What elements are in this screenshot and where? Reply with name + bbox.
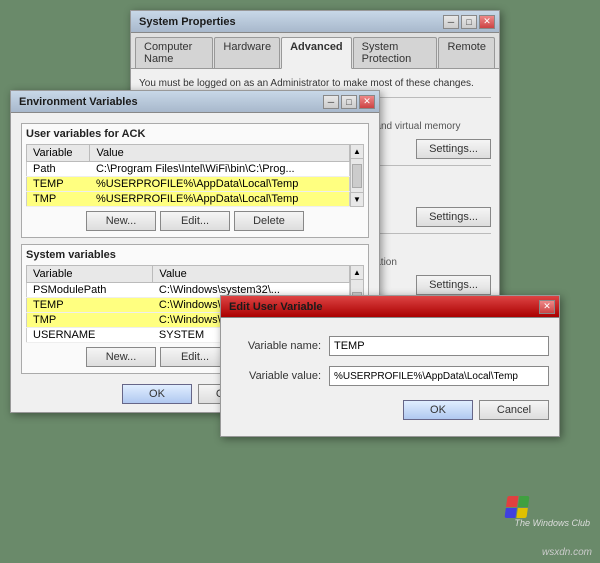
- user-new-button[interactable]: New...: [86, 211, 156, 231]
- sys-col-value: Value: [153, 266, 350, 283]
- env-minimize-button[interactable]: ─: [323, 95, 339, 109]
- tab-remote[interactable]: Remote: [438, 37, 495, 68]
- table-row[interactable]: TEMP %USERPROFILE%\AppData\Local\Temp: [27, 177, 350, 192]
- user-profiles-settings-button[interactable]: Settings...: [416, 207, 491, 227]
- edit-dialog-content: Variable name: Variable value: OK Cancel: [221, 318, 559, 436]
- win-logo-yellow: [516, 508, 528, 519]
- var-name: TMP: [27, 313, 153, 328]
- env-vars-titlebar: Environment Variables ─ □ ✕: [11, 91, 379, 113]
- title-bar-controls: ─ □ ✕: [443, 15, 495, 29]
- minimize-button[interactable]: ─: [443, 15, 459, 29]
- env-ok-button[interactable]: OK: [122, 384, 192, 404]
- scroll-down-icon[interactable]: ▼: [351, 192, 363, 206]
- tab-computer-name[interactable]: Computer Name: [135, 37, 213, 68]
- win-logo-blue: [504, 508, 516, 519]
- close-button[interactable]: ✕: [479, 15, 495, 29]
- sys-col-variable: Variable: [27, 266, 153, 283]
- user-table-container: Variable Value Path C:\Program Files\Int…: [26, 144, 364, 207]
- user-col-variable: Variable: [27, 145, 90, 162]
- system-props-titlebar: System Properties ─ □ ✕: [131, 11, 499, 33]
- edit-title-controls: ✕: [539, 300, 555, 314]
- user-var-buttons: New... Edit... Delete: [26, 207, 364, 233]
- tab-hardware[interactable]: Hardware: [214, 37, 280, 68]
- edit-dialog-titlebar: Edit User Variable ✕: [221, 296, 559, 318]
- env-vars-title: Environment Variables: [19, 96, 138, 108]
- variable-value-input[interactable]: [329, 366, 549, 386]
- watermark-text: wsxdn.com: [542, 547, 592, 558]
- edit-close-button[interactable]: ✕: [539, 300, 555, 314]
- user-vars-title: User variables for ACK: [26, 128, 364, 140]
- admin-info-text: You must be logged on as an Administrato…: [139, 77, 491, 91]
- var-name: TEMP: [27, 298, 153, 313]
- edit-dialog-action-buttons: OK Cancel: [221, 392, 559, 428]
- var-name: PSModulePath: [27, 283, 153, 298]
- edit-ok-button[interactable]: OK: [403, 400, 473, 420]
- edit-dialog-title: Edit User Variable: [229, 301, 323, 313]
- performance-settings-button[interactable]: Settings...: [416, 139, 491, 159]
- scroll-thumb: [352, 164, 362, 188]
- env-maximize-button[interactable]: □: [341, 95, 357, 109]
- table-row[interactable]: Path C:\Program Files\Intel\WiFi\bin\C:\…: [27, 162, 350, 177]
- var-name: TEMP: [27, 177, 90, 192]
- user-delete-button[interactable]: Delete: [234, 211, 304, 231]
- win-logo-green: [518, 496, 530, 507]
- sys-vars-title: System variables: [26, 249, 364, 261]
- env-close-button[interactable]: ✕: [359, 95, 375, 109]
- var-name: TMP: [27, 192, 90, 207]
- var-name: USERNAME: [27, 328, 153, 343]
- system-props-title: System Properties: [139, 16, 236, 28]
- sys-scroll-up-icon[interactable]: ▲: [351, 266, 363, 280]
- windows-logo: [506, 496, 530, 520]
- windows-logo-grid: [504, 496, 529, 518]
- variable-name-label: Variable name:: [231, 340, 321, 352]
- startup-settings-button[interactable]: Settings...: [416, 275, 491, 295]
- sys-new-button[interactable]: New...: [86, 347, 156, 367]
- env-title-controls: ─ □ ✕: [323, 95, 375, 109]
- tabs-bar: Computer Name Hardware Advanced System P…: [131, 33, 499, 68]
- variable-value-group: Variable value:: [231, 366, 549, 386]
- scroll-up-icon[interactable]: ▲: [351, 145, 363, 159]
- user-edit-button[interactable]: Edit...: [160, 211, 230, 231]
- var-value: C:\Program Files\Intel\WiFi\bin\C:\Prog.…: [90, 162, 350, 177]
- table-row[interactable]: TMP %USERPROFILE%\AppData\Local\Temp: [27, 192, 350, 207]
- watermark-area: The Windows Club: [515, 518, 590, 528]
- variable-value-label: Variable value:: [231, 370, 321, 382]
- variable-name-group: Variable name:: [231, 336, 549, 356]
- var-value: %USERPROFILE%\AppData\Local\Temp: [90, 177, 350, 192]
- user-scrollbar[interactable]: ▲ ▼: [350, 144, 364, 207]
- win-logo-red: [506, 496, 518, 507]
- var-name: Path: [27, 162, 90, 177]
- tab-advanced[interactable]: Advanced: [281, 37, 352, 69]
- tab-system-protection[interactable]: System Protection: [353, 37, 438, 68]
- variable-name-input[interactable]: [329, 336, 549, 356]
- var-value: %USERPROFILE%\AppData\Local\Temp: [90, 192, 350, 207]
- user-col-value: Value: [90, 145, 350, 162]
- edit-user-variable-dialog: Edit User Variable ✕ Variable name: Vari…: [220, 295, 560, 437]
- user-variables-section: User variables for ACK Variable Value Pa…: [21, 123, 369, 238]
- user-vars-table: Variable Value Path C:\Program Files\Int…: [26, 144, 350, 207]
- maximize-button[interactable]: □: [461, 15, 477, 29]
- edit-cancel-button[interactable]: Cancel: [479, 400, 549, 420]
